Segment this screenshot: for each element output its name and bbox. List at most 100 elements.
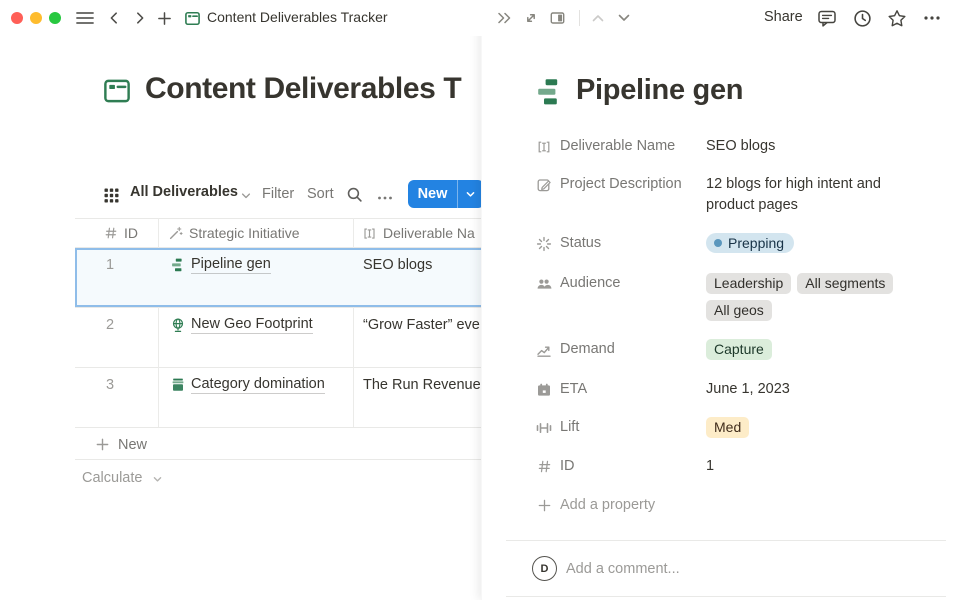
property-value[interactable]: Prepping [706,233,794,254]
tag-leadership[interactable]: Leadership [706,273,791,294]
property-row-deliverable-name: Deliverable Name SEO blogs [536,136,775,157]
column-header-id[interactable]: ID [104,225,138,241]
property-value[interactable]: Med [706,417,749,439]
add-row-button[interactable] [95,437,110,457]
table-view-button[interactable] [104,188,119,208]
property-row-status: Status Prepping [536,233,794,254]
cell-deliverable[interactable]: SEO blogs [363,257,432,273]
dumbbell-icon [536,420,552,436]
cell-id[interactable]: 3 [106,377,114,393]
add-property-button[interactable]: Add a property [536,495,655,516]
property-value[interactable]: 1 [706,456,714,477]
new-record-dropdown[interactable] [457,180,483,208]
window-zoom-button[interactable] [49,12,61,24]
chevron-down-icon [465,189,476,200]
search-button[interactable] [346,186,363,208]
calculate-chevron-icon[interactable] [152,474,163,485]
cell-id[interactable]: 1 [106,257,114,273]
view-tab-all-deliverables[interactable]: All Deliverables [130,184,238,200]
previous-record-button[interactable] [588,8,608,28]
forward-button[interactable] [130,8,150,28]
expand-diagonal-icon [523,10,539,26]
column-header-label: ID [124,225,138,241]
edit-icon [536,177,552,193]
tag-med[interactable]: Med [706,417,749,438]
column-header-label: Strategic Initiative [189,225,300,241]
property-value[interactable]: Capture [706,339,772,361]
table-border [75,459,481,460]
property-value[interactable]: 12 blogs for high intent and product pag… [706,174,906,216]
updates-button[interactable] [852,8,872,28]
open-full-page-button[interactable] [521,8,541,28]
tag-all-segments[interactable]: All segments [797,273,893,294]
property-value[interactable]: SEO blogs [706,136,775,157]
property-label[interactable]: Demand [560,339,706,360]
record-icon[interactable] [534,76,566,108]
favorite-button[interactable] [887,8,907,28]
new-tab-button[interactable] [154,8,174,28]
property-label[interactable]: Lift [560,417,706,438]
breadcrumb-title[interactable]: Content Deliverables Tracker [207,9,388,25]
property-label[interactable]: Status [560,233,706,254]
property-row-demand: Demand Capture [536,339,772,361]
record-link[interactable]: Pipeline gen [191,256,271,274]
property-value[interactable]: Leadership All segments All geos [706,273,906,321]
page-title: Content Deliverables T [145,72,461,106]
new-record-button[interactable]: New [408,180,484,208]
filter-button[interactable]: Filter [262,186,294,202]
window-close-button[interactable] [11,12,23,24]
comments-button[interactable] [817,8,837,28]
column-header-label: Deliverable Na [383,225,475,241]
window-minimize-button[interactable] [30,12,42,24]
ellipsis-icon [377,193,393,203]
hash-icon [536,459,552,474]
add-property-label: Add a property [560,495,655,516]
cell-deliverable[interactable]: The Run Revenue S [363,377,494,393]
record-link[interactable]: Category domination [191,376,325,394]
column-header-initiative[interactable]: Strategic Initiative [168,225,300,241]
text-cursor-icon [362,226,377,241]
column-header-deliverable[interactable]: Deliverable Na [362,225,475,241]
people-icon [536,276,552,292]
record-title[interactable]: Pipeline gen [576,74,743,107]
back-button[interactable] [104,8,124,28]
sort-button[interactable]: Sort [307,186,334,202]
cell-deliverable[interactable]: “Grow Faster” eve [363,317,480,333]
view-options-button[interactable] [377,190,393,208]
sidebar-menu-button[interactable] [75,8,95,28]
property-row-lift: Lift Med [536,417,749,439]
close-peek-button[interactable] [494,8,514,28]
page-icon[interactable] [102,76,132,106]
more-options-button[interactable] [922,8,942,28]
plus-icon [157,11,172,26]
stacked-bars-icon [170,257,186,273]
hash-icon [104,226,118,240]
panel-divider [506,596,946,597]
property-value[interactable]: June 1, 2023 [706,379,790,400]
property-row-eta: ETA June 1, 2023 [536,379,790,400]
breadcrumb-page-icon-button[interactable] [182,8,202,28]
calculate-button[interactable]: Calculate [82,470,142,486]
side-peek-button[interactable] [547,8,567,28]
property-label[interactable]: Deliverable Name [560,136,706,157]
search-icon [346,186,363,203]
panel-divider [506,540,946,541]
status-dot [714,239,722,247]
next-record-button[interactable] [614,8,634,28]
view-chevron-down-icon[interactable] [240,190,252,202]
property-label[interactable]: ETA [560,379,706,400]
panel-header-divider [579,10,580,26]
comment-input[interactable]: Add a comment... [566,561,680,577]
record-link[interactable]: New Geo Footprint [191,316,313,334]
cell-id[interactable]: 2 [106,317,114,333]
property-label[interactable]: Project Description [560,174,706,195]
add-row-label[interactable]: New [118,437,147,453]
status-pill[interactable]: Prepping [706,233,794,253]
wand-sparkles-icon [168,226,183,241]
property-label[interactable]: Audience [560,273,706,294]
share-button[interactable]: Share [764,9,803,25]
tag-capture[interactable]: Capture [706,339,772,360]
tag-all-geos[interactable]: All geos [706,300,772,321]
chevron-left-icon [107,11,121,25]
property-label[interactable]: ID [560,456,706,477]
